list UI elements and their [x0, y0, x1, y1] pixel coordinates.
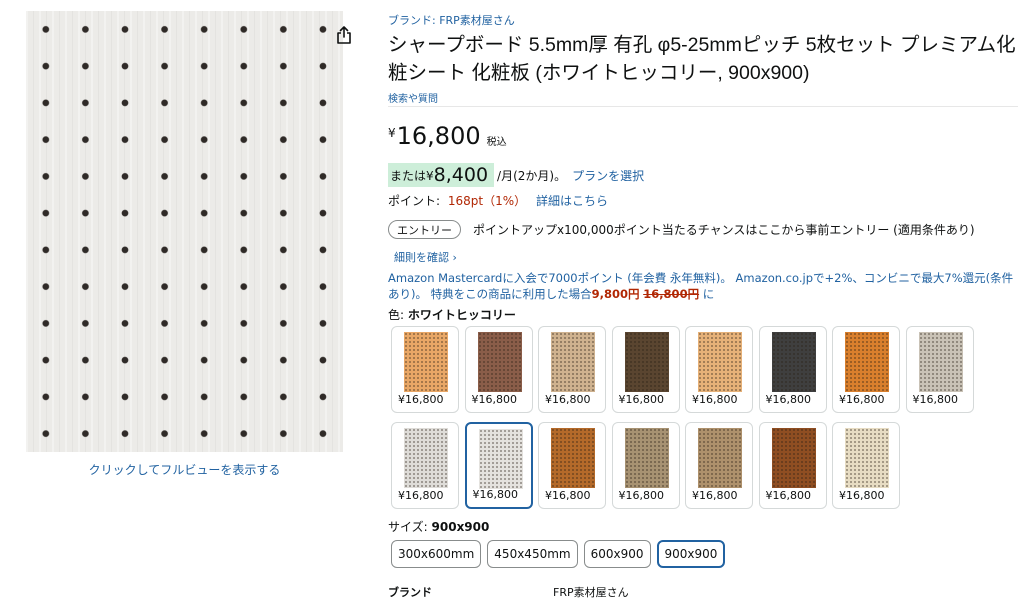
color-swatch[interactable]: ¥16,800 — [611, 326, 680, 413]
swatch-thumbnail — [478, 429, 523, 489]
size-option-button[interactable]: 450x450mm — [487, 540, 578, 568]
swatch-price: ¥16,800 — [471, 393, 518, 406]
search-qa-link[interactable]: 検索や質問 — [388, 90, 438, 105]
color-swatch[interactable]: ¥16,800 — [685, 422, 753, 509]
mastercard-promo[interactable]: Amazon Mastercardに入会で7000ポイント (年会費 永年無料)… — [388, 270, 1024, 302]
installment-row: または¥ 8,400 /月(2か月)。 プランを選択 — [388, 163, 644, 187]
spec-brand-value: FRP素材屋さん — [553, 586, 629, 599]
swatch-price: ¥16,800 — [472, 488, 519, 501]
mastercard-discounted-price: 9,800円 — [591, 287, 640, 301]
swatch-price: ¥16,800 — [618, 489, 665, 502]
tax-label: 税込 — [486, 137, 507, 148]
swatch-price: ¥16,800 — [912, 393, 959, 406]
swatch-price: ¥16,800 — [398, 393, 444, 406]
swatch-price: ¥16,800 — [545, 393, 591, 406]
size-options: 300x600mm 450x450mm 600x900 900x900 — [391, 540, 731, 568]
terms-confirm-link[interactable]: 細則を確認 › — [394, 249, 457, 265]
share-icon — [336, 26, 352, 48]
entry-row: エントリー ポイントアップx100,000ポイント当たるチャンスはここから事前エ… — [388, 220, 975, 239]
mastercard-promo-suffix: に — [699, 287, 715, 301]
color-swatch[interactable]: ¥16,800 — [758, 422, 827, 509]
size-label: サイズ: 900x900 — [388, 518, 489, 535]
swatch-thumbnail — [624, 332, 669, 392]
swatch-price: ¥16,800 — [765, 393, 812, 406]
color-label-key: 色: — [388, 308, 405, 322]
swatch-thumbnail — [698, 428, 742, 488]
installment-period: /月(2か月)。 — [497, 168, 567, 183]
color-label: 色: ホワイトヒッコリー — [388, 306, 516, 323]
select-plan-link[interactable]: プランを選択 — [572, 167, 644, 184]
price-block: ¥ 16,800 税込 — [388, 122, 507, 150]
color-swatch[interactable]: ¥16,800 — [832, 422, 900, 509]
swatch-thumbnail — [771, 332, 816, 392]
color-swatch-row: ¥16,800 ¥16,800 ¥16,800 ¥16,800 ¥16,800 ¥16,8… — [391, 422, 906, 509]
swatch-thumbnail — [698, 332, 742, 392]
points-label: ポイント: — [388, 194, 441, 208]
swatch-thumbnail — [551, 332, 595, 392]
installment-highlight: または¥ 8,400 — [388, 163, 495, 187]
spec-brand-key: ブランド — [388, 586, 432, 599]
swatch-price: ¥16,800 — [618, 393, 665, 406]
swatch-price: ¥16,800 — [765, 489, 812, 502]
swatch-price: ¥16,800 — [692, 489, 738, 502]
color-swatch[interactable]: ¥16,800 — [538, 422, 606, 509]
color-swatch[interactable]: ¥16,800 — [611, 422, 680, 509]
entry-button[interactable]: エントリー — [388, 220, 461, 239]
points-details-link[interactable]: 詳細はこちら — [536, 194, 608, 208]
price-amount: 16,800 — [396, 122, 481, 150]
size-option-button[interactable]: 600x900 — [583, 540, 651, 568]
swatch-price: ¥16,800 — [398, 489, 444, 502]
swatch-thumbnail — [845, 332, 889, 392]
size-option-button[interactable]: 900x900 — [656, 540, 726, 568]
installment-amount: 8,400 — [433, 164, 489, 186]
share-button[interactable] — [333, 26, 355, 48]
color-swatch[interactable]: ¥16,800 — [464, 422, 533, 509]
swatch-thumbnail — [477, 332, 522, 392]
color-swatch[interactable]: ¥16,800 — [464, 326, 533, 413]
swatch-thumbnail — [845, 428, 889, 488]
product-main-image[interactable] — [26, 11, 343, 452]
product-title: シャープボード 5.5mm厚 有孔 φ5-25mmピッチ 5枚セット プレミアム… — [388, 34, 1016, 84]
swatch-thumbnail — [404, 428, 448, 488]
color-swatch[interactable]: ¥16,800 — [391, 422, 459, 509]
color-swatch[interactable]: ¥16,800 — [685, 326, 753, 413]
brand-link[interactable]: ブランド: FRP素材屋さん — [388, 12, 515, 28]
points-value: 168pt（1%） — [447, 194, 527, 208]
full-view-link[interactable]: クリックしてフルビューを表示する — [26, 461, 343, 478]
installment-prefix: または¥ — [390, 168, 434, 183]
swatch-thumbnail — [771, 428, 816, 488]
divider — [388, 106, 1018, 107]
swatch-thumbnail — [918, 332, 963, 392]
color-swatch[interactable]: ¥16,800 — [758, 326, 827, 413]
swatch-price: ¥16,800 — [839, 393, 885, 406]
size-label-key: サイズ: — [388, 520, 428, 534]
currency-symbol: ¥ — [388, 126, 396, 140]
swatch-price: ¥16,800 — [692, 393, 738, 406]
color-swatch[interactable]: ¥16,800 — [391, 326, 459, 413]
color-swatch[interactable]: ¥16,800 — [832, 326, 900, 413]
color-swatch-row: ¥16,800 ¥16,800 ¥16,800 ¥16,800 ¥16,800 ¥16,8… — [391, 326, 979, 413]
selected-size-name: 900x900 — [431, 520, 490, 534]
selected-color-name: ホワイトヒッコリー — [407, 308, 516, 322]
swatch-thumbnail — [551, 428, 595, 488]
swatch-thumbnail — [624, 428, 669, 488]
swatch-price: ¥16,800 — [545, 489, 591, 502]
color-swatch[interactable]: ¥16,800 — [538, 326, 606, 413]
entry-promo-text: ポイントアップx100,000ポイント当たるチャンスはここから事前エントリー (… — [473, 223, 975, 237]
color-swatch[interactable]: ¥16,800 — [905, 326, 974, 413]
swatch-price: ¥16,800 — [839, 489, 885, 502]
points-row: ポイント: 168pt（1%） 詳細はこちら — [388, 192, 608, 209]
size-option-button[interactable]: 300x600mm — [391, 540, 482, 568]
swatch-thumbnail — [404, 332, 448, 392]
mastercard-original-price: 16,800円 — [643, 287, 700, 301]
